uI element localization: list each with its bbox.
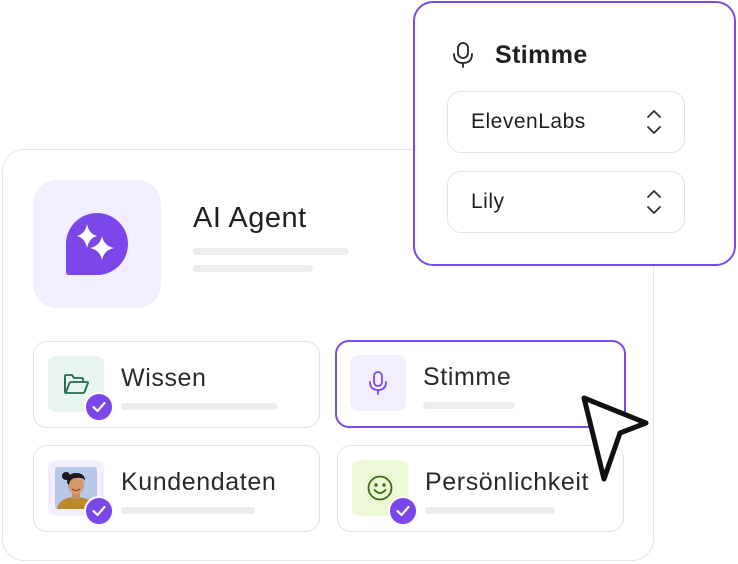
check-badge — [388, 496, 418, 526]
agent-description-placeholder — [193, 248, 349, 255]
check-icon — [92, 401, 106, 413]
voice-value: Lily — [471, 190, 505, 213]
voice-settings-panel: Stimme ElevenLabs Lily — [413, 1, 736, 266]
tile-kundendaten[interactable]: Kundendaten — [33, 445, 320, 532]
check-icon — [92, 505, 106, 517]
voice-panel-title: Stimme — [495, 41, 588, 69]
microphone-icon — [369, 371, 387, 395]
tile-placeholder-bar — [423, 402, 515, 409]
chevron-up-down-icon — [647, 110, 661, 134]
tile-label: Wissen — [121, 364, 207, 392]
tile-placeholder-bar — [425, 507, 555, 514]
check-badge — [84, 496, 114, 526]
smiley-icon — [367, 475, 393, 501]
agent-description-placeholder — [193, 265, 313, 272]
chevron-up-down-icon — [647, 190, 661, 214]
tile-icon-container — [350, 355, 406, 411]
agent-title: AI Agent — [193, 202, 307, 234]
voice-provider-value: ElevenLabs — [471, 110, 586, 133]
tile-label: Persönlichkeit — [425, 468, 590, 496]
folder-icon — [64, 374, 89, 394]
tile-placeholder-bar — [121, 403, 277, 410]
agent-avatar — [33, 180, 161, 308]
check-icon — [396, 505, 410, 517]
tile-label: Stimme — [423, 363, 512, 391]
tile-placeholder-bar — [121, 507, 255, 514]
illustration-stage: AI Agent Wissen Stimme Kundendaten Persö… — [0, 0, 738, 564]
voice-provider-select[interactable]: ElevenLabs — [447, 91, 685, 153]
tile-wissen[interactable]: Wissen — [33, 341, 320, 428]
mouse-pointer-icon — [581, 395, 649, 482]
check-badge — [84, 392, 114, 422]
tile-label: Kundendaten — [121, 468, 277, 496]
voice-select[interactable]: Lily — [447, 171, 685, 233]
sparkle-chat-icon — [66, 213, 129, 275]
microphone-icon — [453, 42, 473, 68]
